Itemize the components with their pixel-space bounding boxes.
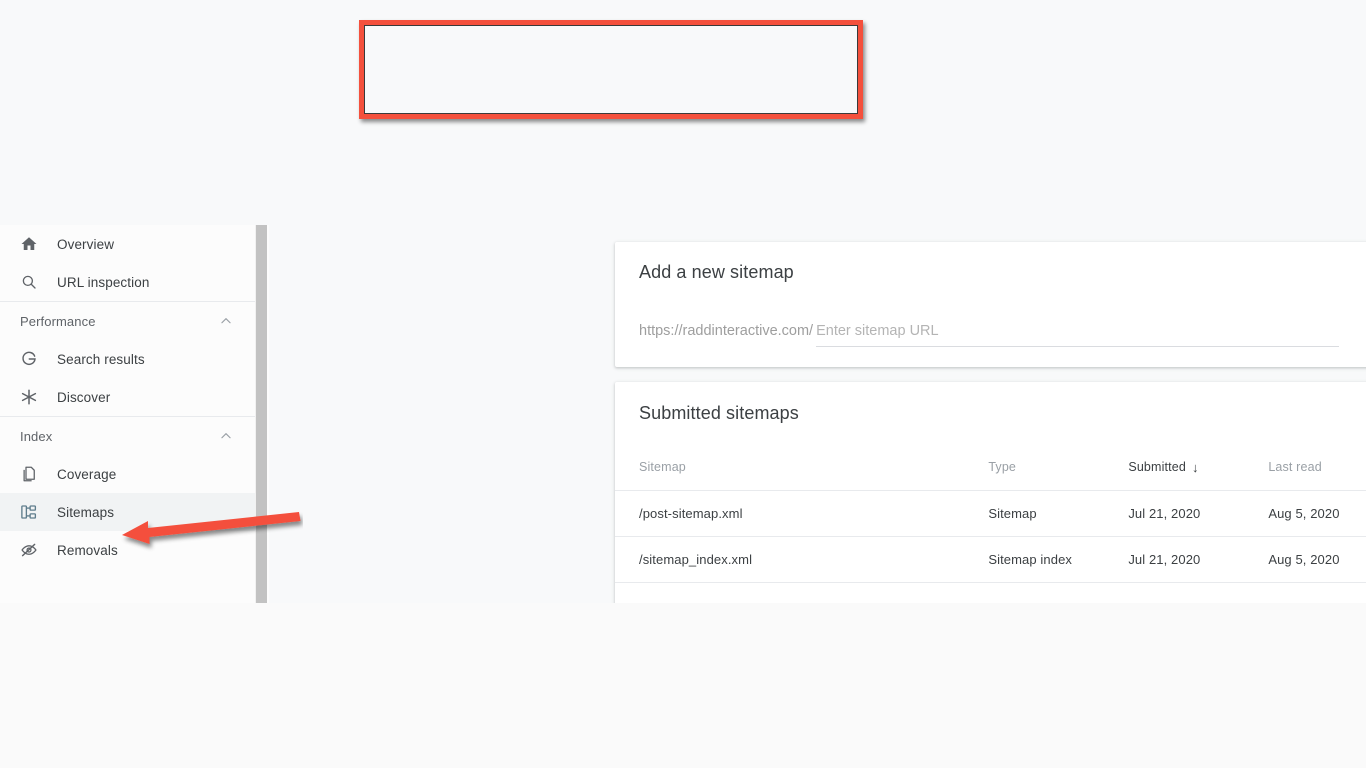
sidebar-group-index[interactable]: Index <box>0 417 255 455</box>
site-url-prefix: https://raddinteractive.com/ <box>639 323 814 339</box>
page-title: Add a new sitemap <box>639 262 794 282</box>
sidebar-item-url-inspection[interactable]: URL inspection <box>0 263 255 301</box>
main-content: Add a new sitemap https://raddinteractiv… <box>270 225 1366 603</box>
add-sitemap-card: Add a new sitemap https://raddinteractiv… <box>615 242 1366 367</box>
asterisk-icon <box>20 385 46 409</box>
sidebar-item-label: Overview <box>57 236 115 252</box>
table-header: Sitemap Type Submitted ↓ Last read <box>615 444 1366 491</box>
cell-last-read: Aug 5, 2020 <box>1268 490 1366 537</box>
google-g-icon <box>20 347 46 371</box>
sitemap-url-field-wrap <box>816 322 1339 347</box>
sidebar-item-overview[interactable]: Overview <box>0 225 255 263</box>
column-header-type[interactable]: Type <box>988 444 1129 491</box>
home-icon <box>20 232 46 256</box>
screenshot-canvas: Overview URL inspection Performance Sear… <box>0 0 1366 768</box>
submitted-sitemaps-table: Sitemap Type Submitted ↓ Last read /post… <box>615 444 1366 583</box>
cell-sitemap[interactable]: /sitemap_index.xml <box>615 536 989 583</box>
sidebar-item-label: Coverage <box>57 466 117 482</box>
sidebar-item-removals[interactable]: Removals <box>0 531 255 569</box>
cell-submitted: Jul 21, 2020 <box>1128 490 1269 537</box>
column-label: Sitemap <box>639 459 686 474</box>
sidebar-scrollbar-track[interactable] <box>255 225 269 603</box>
sidebar-item-label: URL inspection <box>57 274 150 290</box>
pages-copy-icon <box>20 462 46 486</box>
submitted-sitemaps-card: Submitted sitemaps Sitemap Type Submitte… <box>615 382 1366 603</box>
cell-sitemap[interactable]: /post-sitemap.xml <box>615 490 989 537</box>
table-body: /post-sitemap.xml Sitemap Jul 21, 2020 A… <box>615 490 1366 583</box>
section-title: Submitted sitemaps <box>639 403 799 423</box>
eye-slash-icon <box>20 538 46 562</box>
column-header-submitted[interactable]: Submitted ↓ <box>1128 444 1269 491</box>
sidebar-item-label: Search results <box>57 351 145 367</box>
sidebar-group-label: Index <box>20 428 53 444</box>
column-header-sitemap[interactable]: Sitemap <box>615 444 989 491</box>
sidebar-item-discover[interactable]: Discover <box>0 378 255 416</box>
cell-last-read: Aug 5, 2020 <box>1268 536 1366 583</box>
sitemap-tree-icon <box>20 500 46 524</box>
cell-type: Sitemap index <box>988 536 1129 583</box>
column-header-last-read[interactable]: Last read <box>1268 444 1366 491</box>
sidebar-item-label: Discover <box>57 389 111 405</box>
search-console-app: Overview URL inspection Performance Sear… <box>0 0 1366 603</box>
column-label: Type <box>988 459 1017 474</box>
chevron-up-icon[interactable] <box>219 429 233 443</box>
sidebar-item-label: Sitemaps <box>57 504 115 520</box>
sort-descending-icon: ↓ <box>1191 460 1199 476</box>
sidebar-item-coverage[interactable]: Coverage <box>0 455 255 493</box>
sitemap-url-input[interactable] <box>816 323 1339 339</box>
table-header-row: Sitemap Type Submitted ↓ Last read <box>615 444 1366 491</box>
sidebar-group-performance[interactable]: Performance <box>0 302 255 340</box>
column-label: Last read <box>1268 459 1322 474</box>
table-row[interactable]: /sitemap_index.xml Sitemap index Jul 21,… <box>615 536 1366 583</box>
chevron-up-icon[interactable] <box>219 314 233 328</box>
cell-type: Sitemap <box>988 490 1129 537</box>
sitemap-url-row: https://raddinteractive.com/ <box>639 322 1339 347</box>
sidebar-item-label: Removals <box>57 542 118 558</box>
sidebar-scrollbar-thumb[interactable] <box>256 225 267 603</box>
table-row[interactable]: /post-sitemap.xml Sitemap Jul 21, 2020 A… <box>615 490 1366 537</box>
sidebar-group-label: Performance <box>20 313 96 329</box>
search-icon <box>20 270 46 294</box>
column-label: Submitted <box>1128 460 1186 475</box>
cell-submitted: Jul 21, 2020 <box>1128 536 1269 583</box>
sidebar-item-sitemaps[interactable]: Sitemaps <box>0 493 255 531</box>
sidebar-item-search-results[interactable]: Search results <box>0 340 255 378</box>
highlight-box <box>359 20 863 119</box>
sidebar-navigation: Overview URL inspection Performance Sear… <box>0 225 255 603</box>
